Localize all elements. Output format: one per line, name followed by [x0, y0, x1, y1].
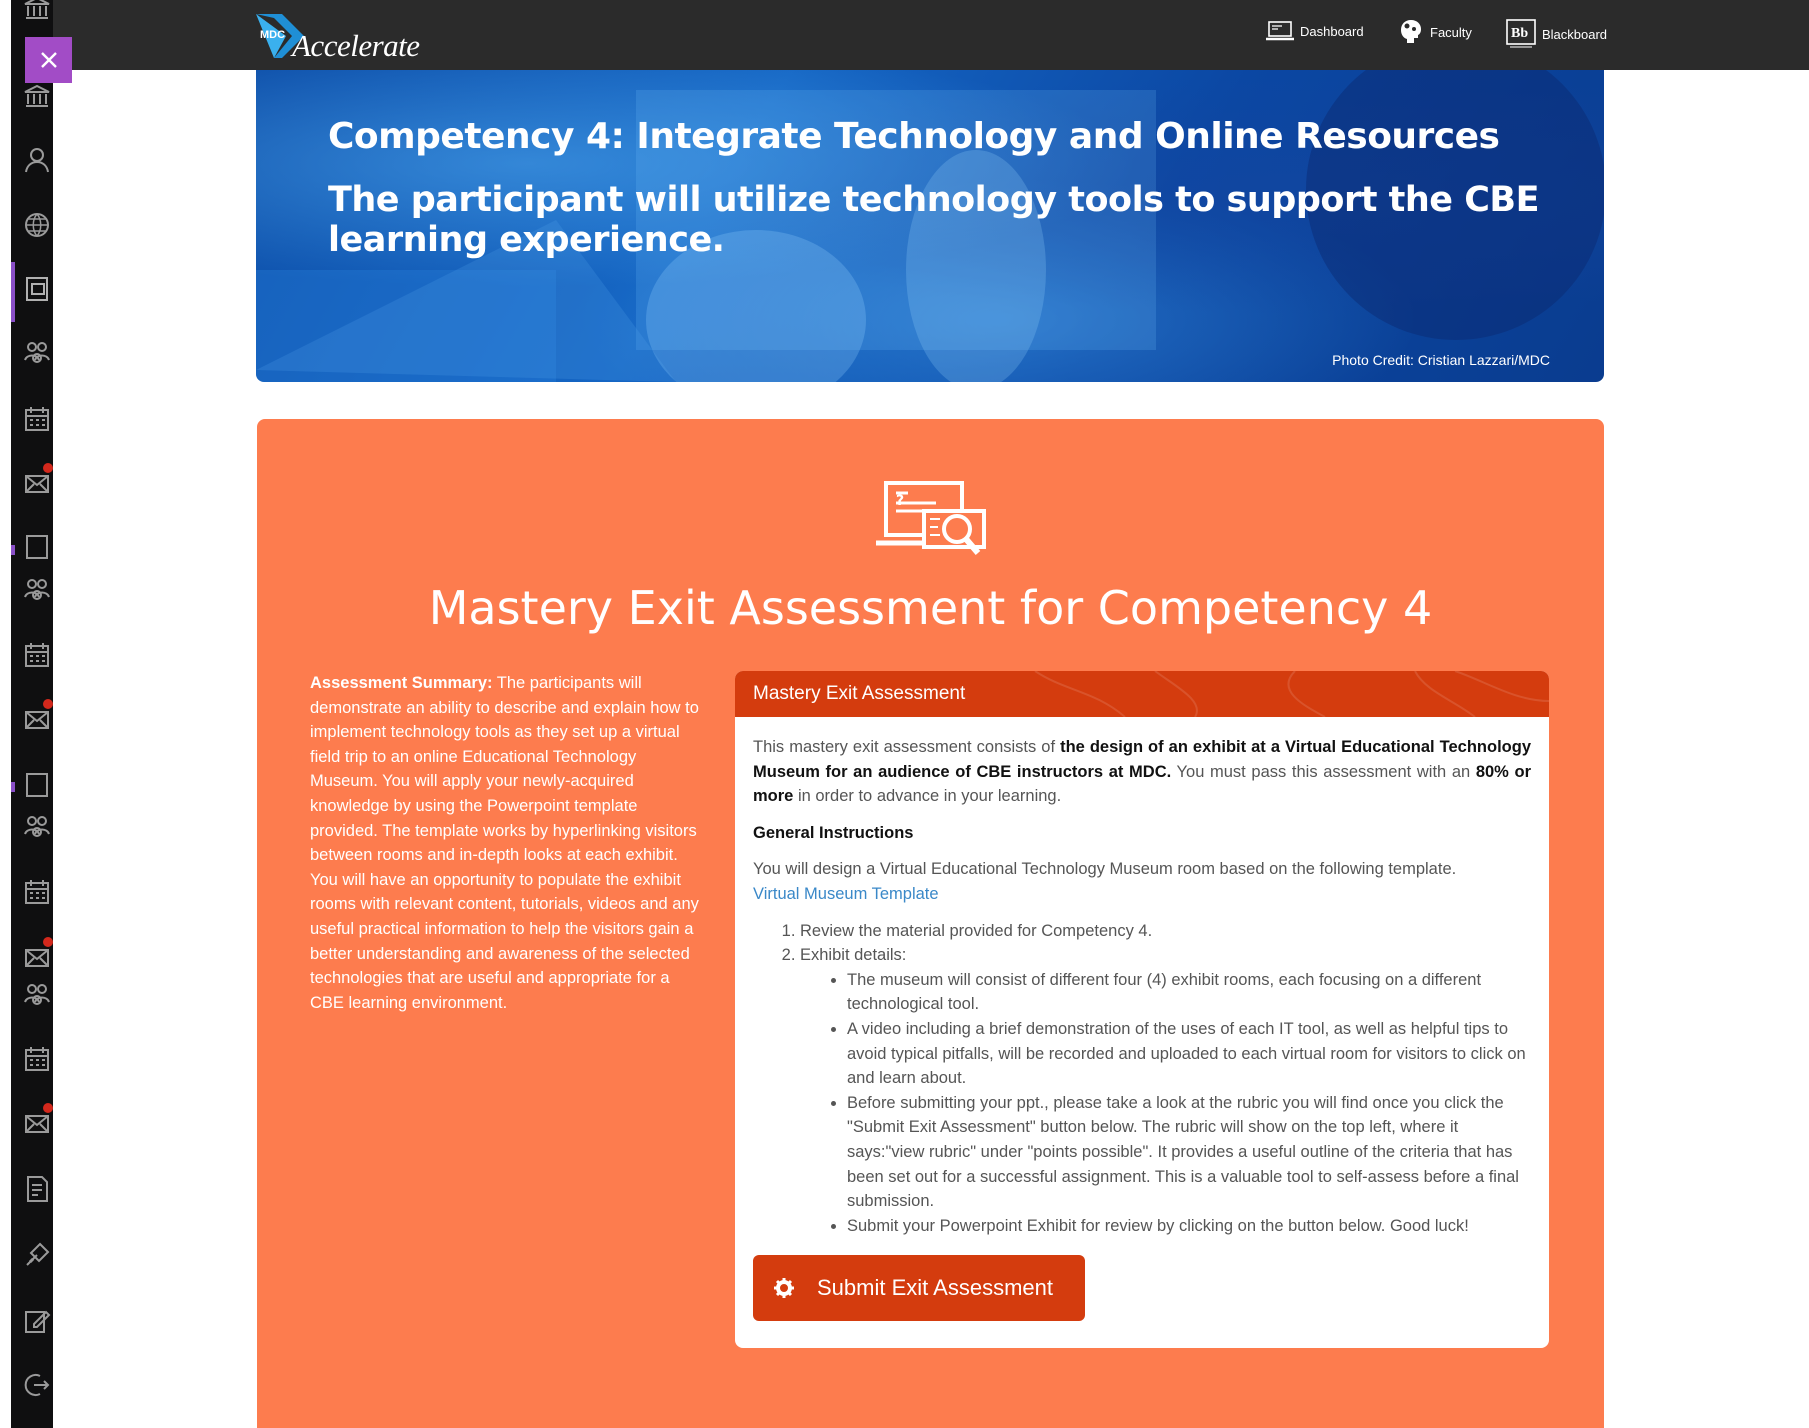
- left-toolbar: [11, 0, 53, 1428]
- active-indicator: [11, 782, 15, 792]
- groups-icon[interactable]: [22, 980, 52, 1010]
- notification-badge: [43, 699, 53, 709]
- institution-icon[interactable]: [22, 80, 52, 110]
- sign-out-icon[interactable]: [22, 1370, 52, 1400]
- logo-text: Accelerate: [292, 28, 420, 63]
- card-title: Mastery Exit Assessment: [753, 683, 966, 704]
- card-header: Mastery Exit Assessment: [735, 671, 1549, 717]
- close-button[interactable]: [25, 37, 72, 83]
- summary-label: Assessment Summary:: [310, 674, 493, 692]
- calendar-icon[interactable]: [22, 877, 52, 907]
- notification-badge: [43, 463, 53, 473]
- photo-credit: Photo Credit: Cristian Lazzari/MDC: [1332, 352, 1550, 368]
- intro-paragraph: This mastery exit assessment consists of…: [753, 735, 1531, 809]
- groups-icon[interactable]: [22, 812, 52, 842]
- list-item-label: Exhibit details:: [800, 946, 907, 965]
- list-item: The museum will consist of different fou…: [847, 968, 1531, 1017]
- calendar-icon[interactable]: [22, 404, 52, 434]
- institution-icon[interactable]: [22, 0, 52, 24]
- notification-badge: [43, 937, 53, 947]
- calendar-icon[interactable]: [22, 1044, 52, 1074]
- courses-icon[interactable]: [22, 274, 52, 304]
- nav-faculty-label: Faculty: [1430, 24, 1472, 40]
- blackboard-logo-icon: Bb: [1506, 19, 1536, 48]
- active-indicator: [11, 262, 15, 322]
- gear-icon: [774, 1278, 794, 1298]
- courses-icon[interactable]: [22, 770, 52, 800]
- courses-icon[interactable]: [22, 532, 52, 562]
- intro-text: This mastery exit assessment consists of: [753, 738, 1061, 756]
- assessment-panel: ? Mastery Exit Assessment for Competency…: [257, 419, 1604, 1428]
- list-item: A video including a brief demonstration …: [847, 1017, 1531, 1091]
- svg-text:Bb: Bb: [1511, 26, 1528, 41]
- general-text: You will design a Virtual Educational Te…: [753, 860, 1457, 879]
- groups-icon[interactable]: [22, 338, 52, 368]
- left-edge: [0, 0, 11, 1428]
- assessment-title: Mastery Exit Assessment for Competency 4: [428, 581, 1433, 635]
- general-instructions-heading: General Instructions: [753, 823, 914, 842]
- nav-dashboard[interactable]: Dashboard: [1266, 20, 1364, 42]
- summary-text: The participants will demonstrate an abi…: [310, 674, 699, 1012]
- calendar-icon[interactable]: [22, 640, 52, 670]
- details-list: The museum will consist of different fou…: [800, 968, 1531, 1239]
- globe-icon[interactable]: [22, 210, 52, 240]
- hero-title: Competency 4: Integrate Technology and O…: [328, 116, 1500, 157]
- nav-faculty[interactable]: Faculty: [1398, 18, 1472, 46]
- steps-list: Review the material provided for Compete…: [753, 919, 1531, 1239]
- active-indicator: [11, 545, 15, 555]
- general-instructions-text: You will design a Virtual Educational Te…: [753, 857, 1531, 906]
- laptop-icon: [1266, 21, 1294, 41]
- list-item: Review the material provided for Compete…: [800, 919, 1531, 944]
- assessment-card: Mastery Exit Assessment This mastery exi…: [735, 671, 1549, 1348]
- grades-icon[interactable]: [22, 1174, 52, 1204]
- groups-icon[interactable]: [22, 575, 52, 605]
- edit-icon[interactable]: [22, 1306, 52, 1336]
- list-item: Before submitting your ppt., please take…: [847, 1091, 1531, 1214]
- submit-label: Submit Exit Assessment: [817, 1275, 1053, 1300]
- hero-banner: Competency 4: Integrate Technology and O…: [256, 70, 1604, 382]
- user-icon[interactable]: [22, 145, 52, 175]
- faculty-head-icon: [1401, 20, 1421, 43]
- list-item: Submit your Powerpoint Exhibit for revie…: [847, 1214, 1531, 1239]
- notification-badge: [43, 1103, 53, 1113]
- tools-icon[interactable]: [22, 1240, 52, 1270]
- close-icon: [40, 52, 57, 68]
- card-body: This mastery exit assessment consists of…: [735, 717, 1549, 1238]
- list-item: Exhibit details: The museum will consist…: [800, 943, 1531, 1238]
- assessment-laptop-icon: ?: [876, 481, 986, 555]
- intro-text: in order to advance in your learning.: [793, 787, 1062, 806]
- hero-subtitle: The participant will utilize technology …: [328, 180, 1539, 260]
- svg-text:?: ?: [896, 493, 904, 509]
- virtual-museum-template-link[interactable]: Virtual Museum Template: [753, 885, 939, 903]
- assessment-summary: Assessment Summary: The participants wil…: [310, 671, 700, 1015]
- submit-exit-assessment-button[interactable]: Submit Exit Assessment: [753, 1255, 1085, 1321]
- logo-badge: MDC: [260, 29, 286, 41]
- nav-blackboard[interactable]: Bb Blackboard: [1506, 19, 1607, 49]
- intro-text: You must pass this assessment with an: [1171, 762, 1476, 781]
- nav-dashboard-label: Dashboard: [1300, 23, 1364, 39]
- nav-blackboard-label: Blackboard: [1542, 26, 1608, 42]
